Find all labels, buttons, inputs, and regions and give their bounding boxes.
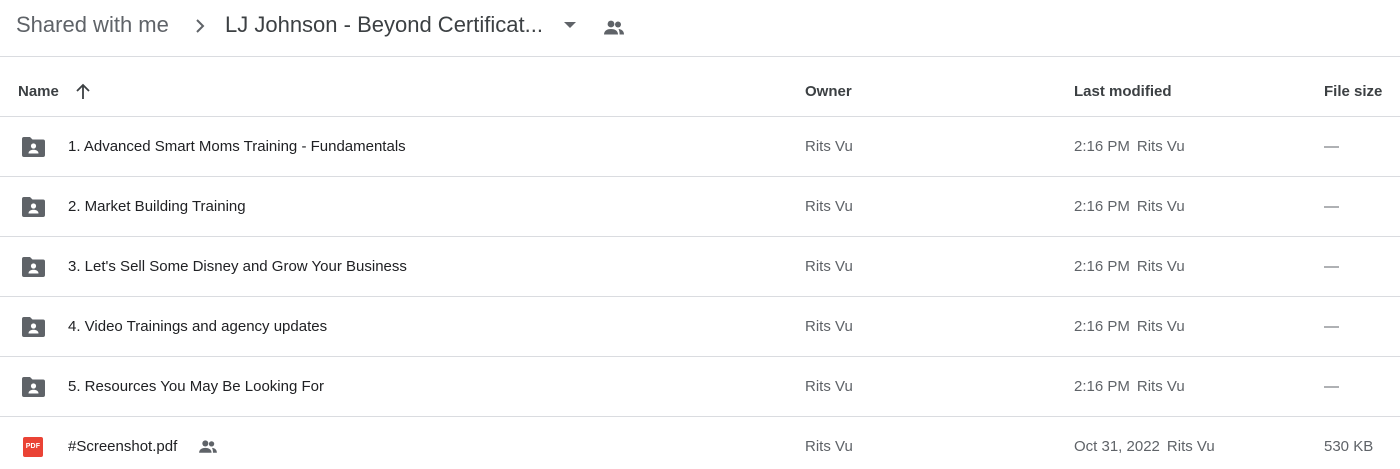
file-name: 1. Advanced Smart Moms Training - Fundam…	[68, 138, 406, 155]
file-name: #Screenshot.pdf	[68, 438, 178, 455]
file-list: 1. Advanced Smart Moms Training - Fundam…	[0, 117, 1400, 469]
table-row[interactable]: 1. Advanced Smart Moms Training - Fundam…	[0, 117, 1400, 177]
modified-by: Rits Vu	[1136, 378, 1185, 395]
last-modified: 2:16 PM Rits Vu	[1074, 138, 1185, 155]
shared-folder-icon	[22, 317, 45, 337]
owner-name: Rits Vu	[805, 138, 853, 155]
breadcrumb-shared-with-me[interactable]: Shared with me	[16, 12, 169, 38]
modified-date: Oct 31, 2022	[1074, 438, 1160, 455]
modified-by: Rits Vu	[1136, 198, 1185, 215]
owner-name: Rits Vu	[805, 318, 853, 335]
shared-folder-icon	[22, 137, 45, 157]
last-modified: 2:16 PM Rits Vu	[1074, 318, 1185, 335]
file-size: —	[1324, 318, 1339, 335]
dropdown-arrow-icon[interactable]	[564, 22, 576, 28]
table-row[interactable]: 5. Resources You May Be Looking For Rits…	[0, 357, 1400, 417]
file-name: 3. Let's Sell Some Disney and Grow Your …	[68, 258, 407, 275]
last-modified: Oct 31, 2022 Rits Vu	[1074, 438, 1215, 455]
people-icon	[199, 440, 217, 453]
shared-folder-icon	[22, 377, 45, 397]
table-row[interactable]: 3. Let's Sell Some Disney and Grow Your …	[0, 237, 1400, 297]
modified-date: 2:16 PM	[1074, 198, 1130, 215]
column-header-name[interactable]: Name	[18, 83, 59, 100]
file-size: 530 KB	[1324, 438, 1374, 455]
table-row[interactable]: PDF #Screenshot.pdf Rits Vu Oct 31, 2022…	[0, 417, 1400, 469]
chevron-right-icon	[196, 19, 205, 33]
people-icon	[604, 20, 624, 35]
column-header-last-modified[interactable]: Last modified	[1074, 83, 1172, 100]
breadcrumb-current-folder[interactable]: LJ Johnson - Beyond Certificat...	[225, 12, 543, 38]
file-name: 5. Resources You May Be Looking For	[68, 378, 324, 395]
file-name: 2. Market Building Training	[68, 198, 246, 215]
last-modified: 2:16 PM Rits Vu	[1074, 378, 1185, 395]
pdf-icon: PDF	[23, 437, 43, 457]
owner-name: Rits Vu	[805, 258, 853, 275]
file-size: —	[1324, 258, 1339, 275]
file-size: —	[1324, 378, 1339, 395]
last-modified: 2:16 PM Rits Vu	[1074, 198, 1185, 215]
modified-by: Rits Vu	[1166, 438, 1215, 455]
owner-name: Rits Vu	[805, 378, 853, 395]
file-size: —	[1324, 198, 1339, 215]
modified-by: Rits Vu	[1136, 258, 1185, 275]
shared-folder-icon	[22, 197, 45, 217]
arrow-up-icon[interactable]	[74, 83, 92, 101]
column-header-owner: Owner	[805, 83, 852, 100]
modified-date: 2:16 PM	[1074, 258, 1130, 275]
modified-date: 2:16 PM	[1074, 138, 1130, 155]
shared-folder-icon	[22, 257, 45, 277]
last-modified: 2:16 PM Rits Vu	[1074, 258, 1185, 275]
modified-date: 2:16 PM	[1074, 318, 1130, 335]
file-list-header: Name Owner Last modified File size	[0, 57, 1400, 117]
breadcrumb: Shared with me LJ Johnson - Beyond Certi…	[0, 0, 1400, 57]
column-header-file-size[interactable]: File size	[1324, 83, 1382, 100]
modified-date: 2:16 PM	[1074, 378, 1130, 395]
owner-name: Rits Vu	[805, 438, 853, 455]
table-row[interactable]: 2. Market Building Training Rits Vu 2:16…	[0, 177, 1400, 237]
file-name: 4. Video Trainings and agency updates	[68, 318, 328, 335]
table-row[interactable]: 4. Video Trainings and agency updates Ri…	[0, 297, 1400, 357]
owner-name: Rits Vu	[805, 198, 853, 215]
file-size: —	[1324, 138, 1339, 155]
modified-by: Rits Vu	[1136, 318, 1185, 335]
modified-by: Rits Vu	[1136, 138, 1185, 155]
